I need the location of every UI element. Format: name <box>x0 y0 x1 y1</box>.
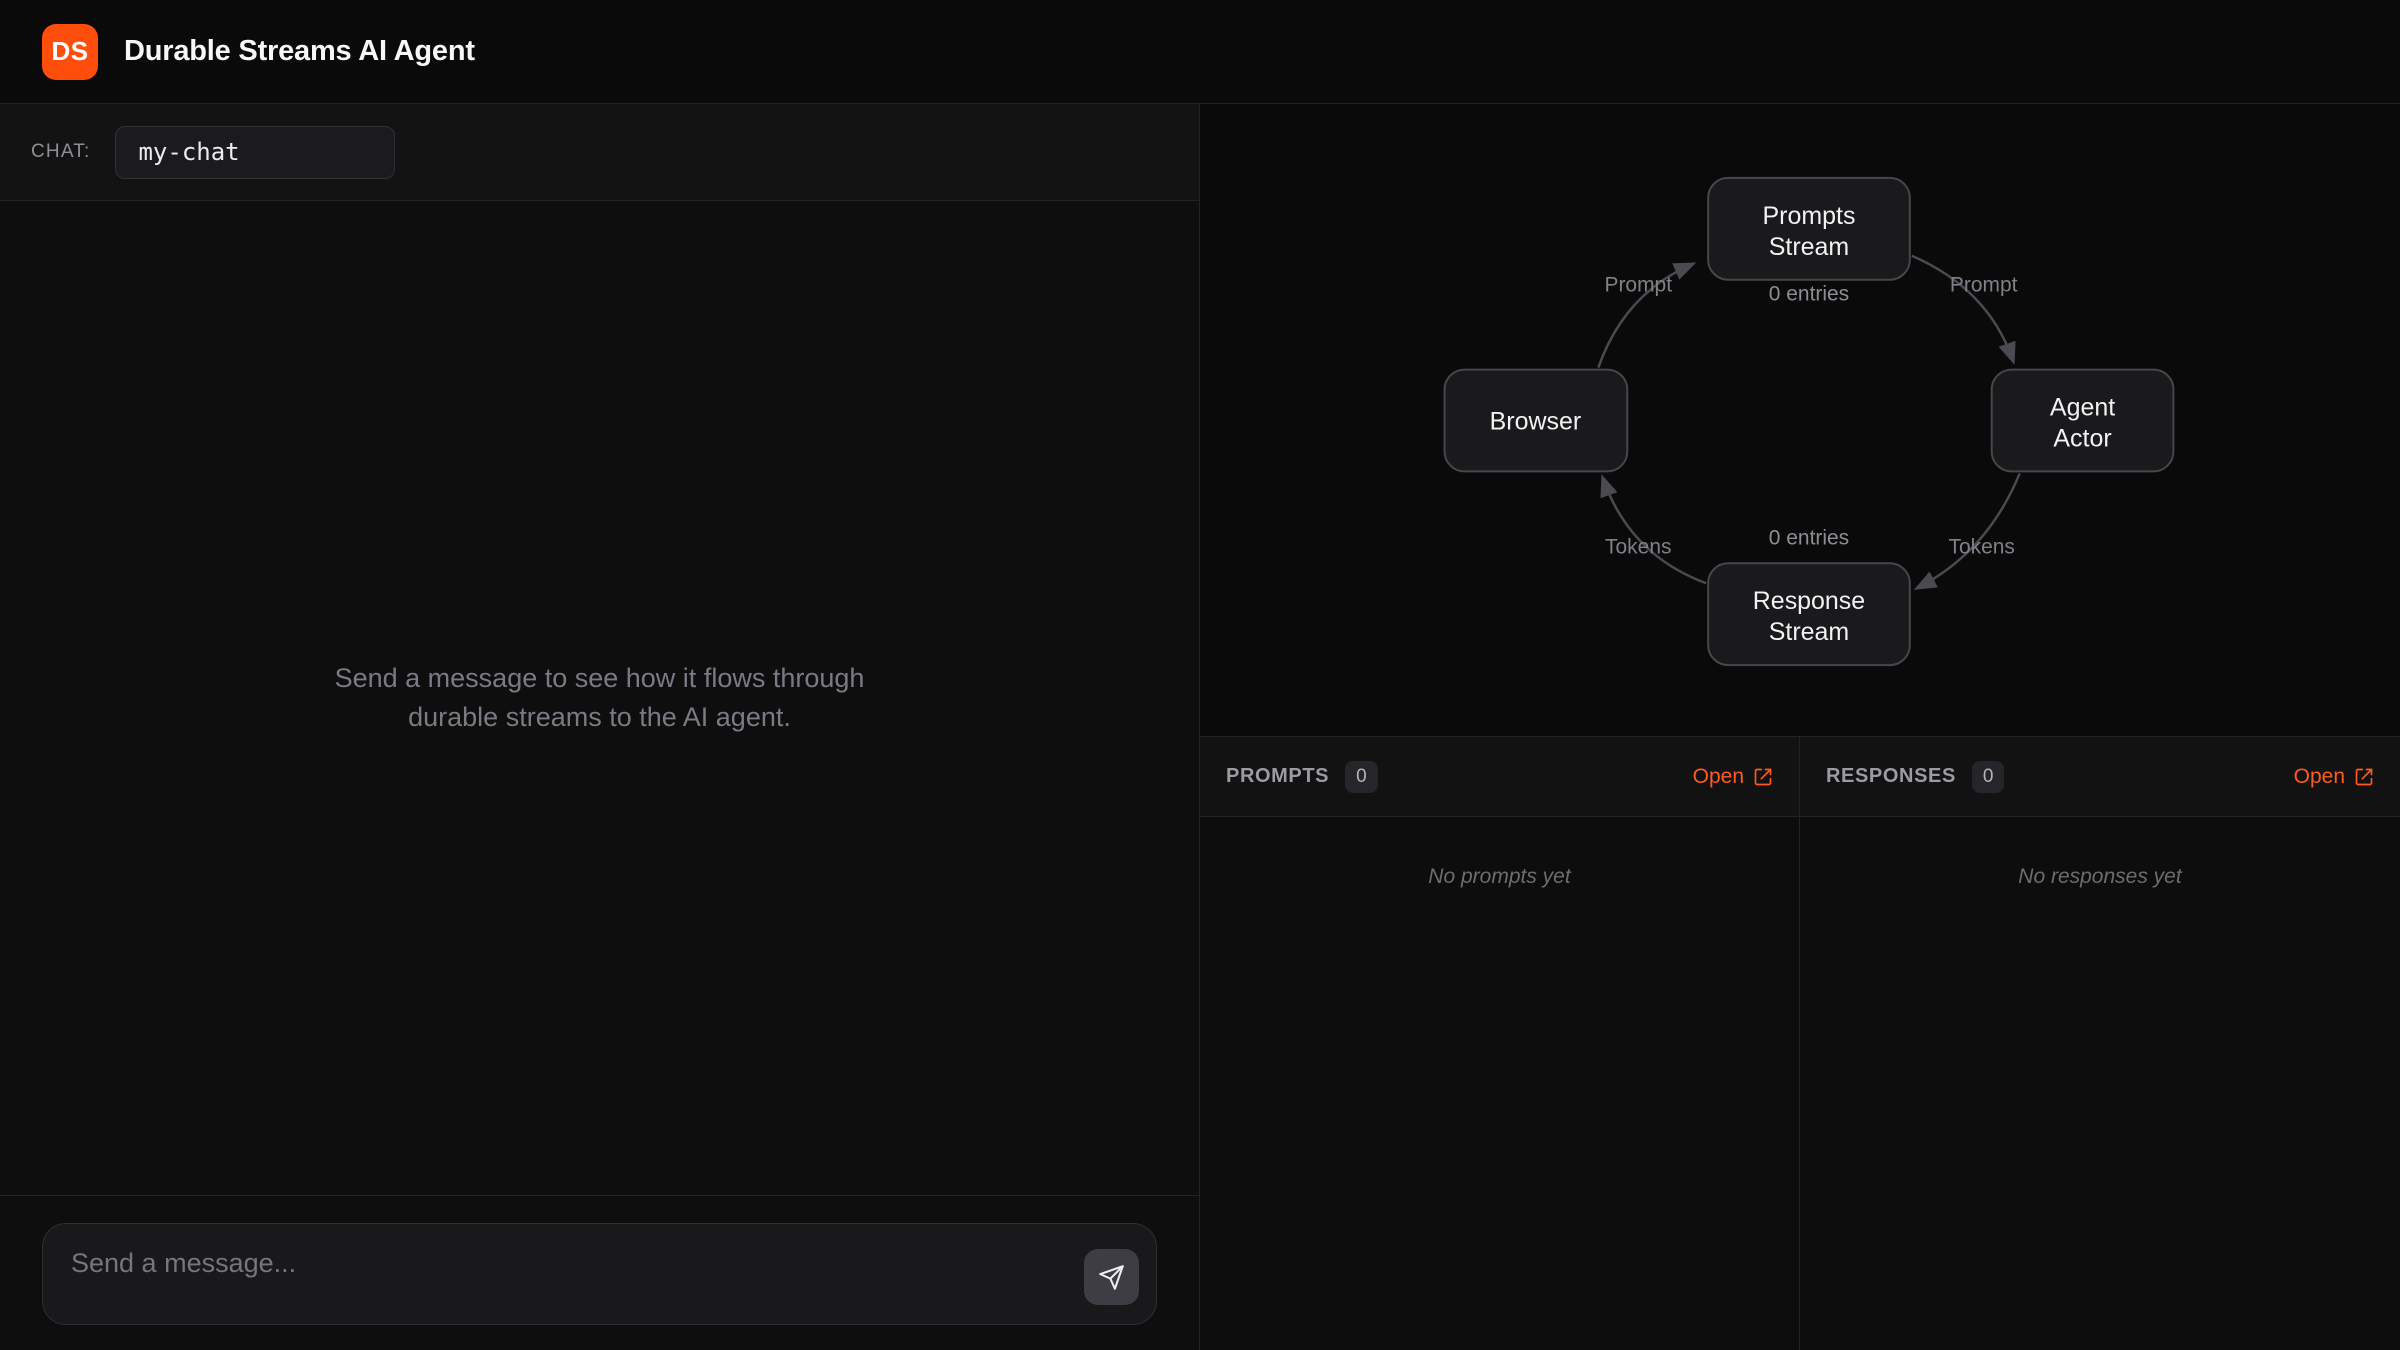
external-link-icon <box>1753 767 1773 787</box>
responses-panel: RESPONSES 0 Open No responses yet <box>1800 737 2400 1350</box>
edge-prompts-to-agent-label: Prompt <box>1950 274 2018 297</box>
edge-prompts-to-agent <box>1912 256 2013 360</box>
edge-response-to-browser-label: Tokens <box>1605 535 1671 558</box>
prompts-open-link[interactable]: Open <box>1693 765 1773 789</box>
node-prompts-stream: Prompts Stream 0 entries <box>1708 178 1910 306</box>
node-prompts-stream-line2: Stream <box>1769 233 1849 261</box>
app-root: DS Durable Streams AI Agent CHAT: Send a… <box>0 0 2400 1350</box>
node-response-stream-line2: Stream <box>1769 618 1849 646</box>
prompts-panel-header: PROMPTS 0 Open <box>1200 737 1799 817</box>
page-title: Durable Streams AI Agent <box>124 35 475 68</box>
edge-agent-to-response-label: Tokens <box>1949 535 2015 558</box>
chat-message-area: Send a message to see how it flows throu… <box>0 201 1199 1195</box>
chat-toolbar: CHAT: <box>0 104 1199 201</box>
prompts-list: No prompts yet <box>1200 817 1799 1350</box>
prompts-count-badge: 0 <box>1345 761 1378 793</box>
node-browser-label: Browser <box>1490 407 1582 435</box>
main-layout: CHAT: Send a message to see how it flows… <box>0 104 2400 1350</box>
prompts-open-label: Open <box>1693 765 1744 789</box>
stream-panels: PROMPTS 0 Open No prompts yet <box>1200 737 2400 1350</box>
responses-title: RESPONSES <box>1826 765 1956 788</box>
chat-empty-line1: Send a message to see how it flows throu… <box>335 659 865 698</box>
chat-label: CHAT: <box>31 141 90 163</box>
responses-count-badge: 0 <box>1972 761 2005 793</box>
responses-open-label: Open <box>2294 765 2345 789</box>
external-link-icon <box>2354 767 2374 787</box>
app-logo: DS <box>42 24 98 80</box>
prompts-stream-entries-count: 0 entries <box>1769 283 1849 306</box>
responses-panel-header: RESPONSES 0 Open <box>1800 737 2400 817</box>
chat-empty-line2: durable streams to the AI agent. <box>335 698 865 737</box>
paper-plane-icon <box>1098 1264 1125 1291</box>
response-stream-entries-count: 0 entries <box>1769 526 1849 549</box>
node-agent-actor-line2: Actor <box>2053 424 2111 452</box>
chat-empty-state: Send a message to see how it flows throu… <box>335 659 865 737</box>
send-button[interactable] <box>1084 1249 1139 1305</box>
node-agent-actor: Agent Actor <box>1992 370 2174 472</box>
app-header: DS Durable Streams AI Agent <box>0 0 2400 104</box>
edge-browser-to-prompts-label: Prompt <box>1604 274 1672 297</box>
responses-open-link[interactable]: Open <box>2294 765 2374 789</box>
node-response-stream-line1: Response <box>1753 587 1865 615</box>
flow-diagram: Prompt Prompt Tokens Tokens Prompts Stre… <box>1200 104 2400 737</box>
prompts-panel: PROMPTS 0 Open No prompts yet <box>1200 737 1800 1350</box>
node-browser: Browser <box>1445 370 1628 472</box>
responses-empty-state: No responses yet <box>1800 865 2400 889</box>
prompts-title: PROMPTS <box>1226 765 1329 788</box>
responses-list: No responses yet <box>1800 817 2400 1350</box>
composer <box>42 1223 1157 1325</box>
streams-column: Prompt Prompt Tokens Tokens Prompts Stre… <box>1200 104 2400 1350</box>
node-response-stream: Response Stream 0 entries <box>1708 526 1910 665</box>
chat-column: CHAT: Send a message to see how it flows… <box>0 104 1200 1350</box>
edge-response-to-browser <box>1603 479 1706 583</box>
node-prompts-stream-line1: Prompts <box>1763 202 1856 230</box>
composer-bar <box>0 1195 1199 1350</box>
chat-name-input[interactable] <box>115 126 395 179</box>
prompts-empty-state: No prompts yet <box>1200 865 1799 889</box>
message-input[interactable] <box>43 1224 1156 1324</box>
edge-agent-to-response <box>1919 473 2020 587</box>
node-agent-actor-line1: Agent <box>2050 394 2115 422</box>
